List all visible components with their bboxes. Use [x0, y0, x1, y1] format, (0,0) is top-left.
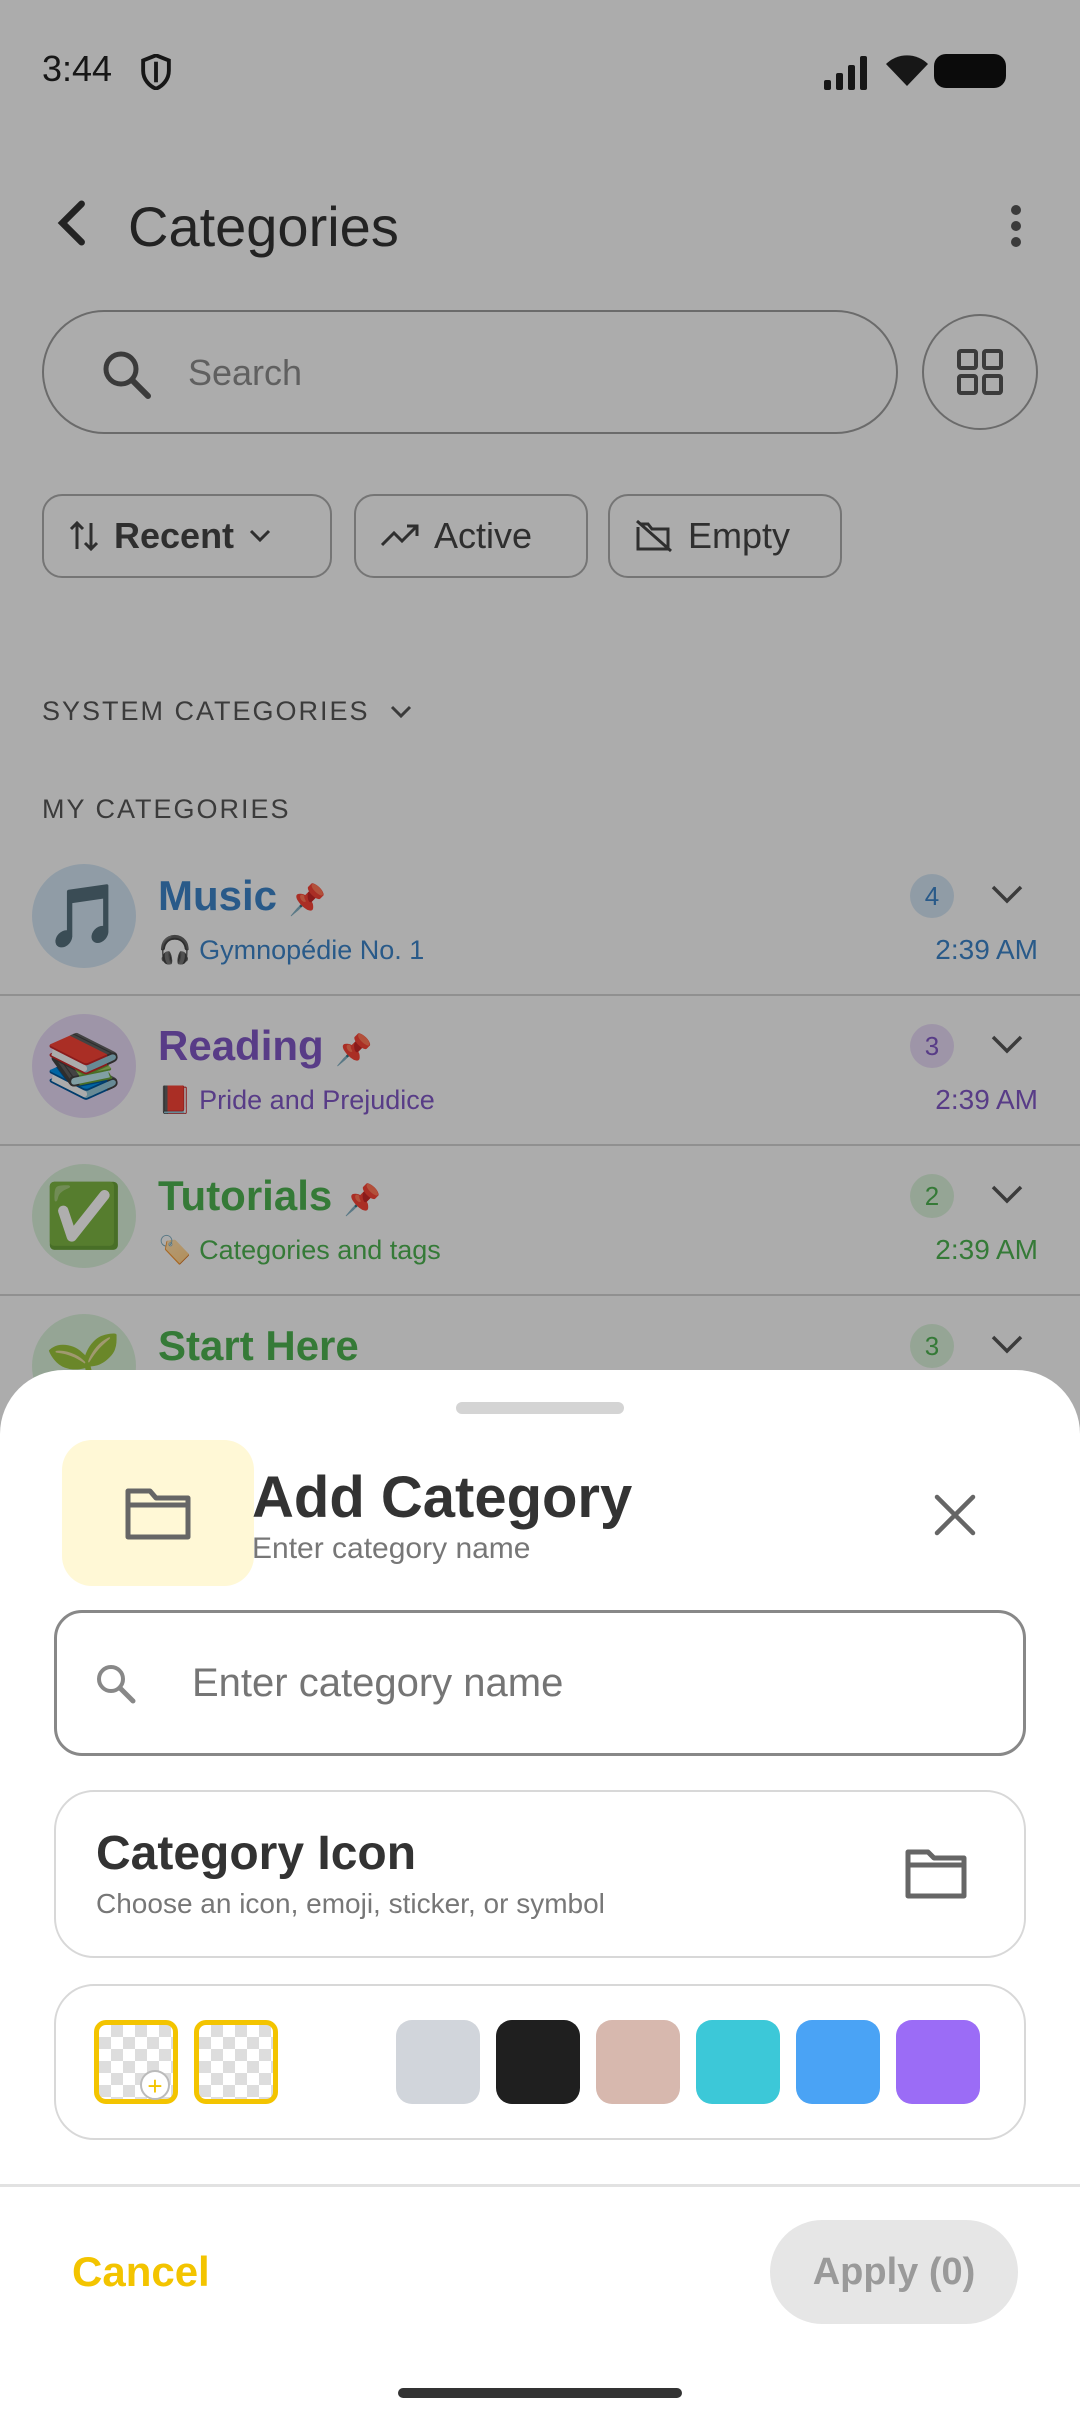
icon-picker-title: Category Icon — [96, 1827, 417, 1880]
apply-button[interactable]: Apply (0) — [770, 2220, 1018, 2324]
sheet-title: Add Category — [252, 1465, 633, 1530]
add-color-icon: + — [140, 2070, 170, 2100]
color-swatch[interactable] — [696, 2020, 780, 2104]
search-icon — [97, 1665, 136, 1704]
folder-icon — [905, 1849, 967, 1899]
color-swatch[interactable] — [796, 2020, 880, 2104]
color-swatch[interactable] — [496, 2020, 580, 2104]
folder-icon — [125, 1488, 191, 1540]
color-swatch[interactable] — [396, 2020, 480, 2104]
sheet-subtitle: Enter category name — [252, 1532, 531, 1565]
sheet-drag-handle[interactable] — [456, 1402, 624, 1414]
footer-divider — [0, 2184, 1080, 2187]
category-preview-tile — [62, 1440, 254, 1586]
home-indicator — [398, 2388, 682, 2398]
icon-picker-subtitle: Choose an icon, emoji, sticker, or symbo… — [96, 1888, 605, 1919]
cancel-button[interactable]: Cancel — [72, 2248, 210, 2296]
color-swatch[interactable] — [596, 2020, 680, 2104]
category-name-input[interactable] — [190, 1660, 974, 1707]
transparent-color-swatch[interactable] — [194, 2020, 278, 2104]
close-icon[interactable] — [932, 1492, 978, 1538]
color-swatch[interactable] — [896, 2020, 980, 2104]
